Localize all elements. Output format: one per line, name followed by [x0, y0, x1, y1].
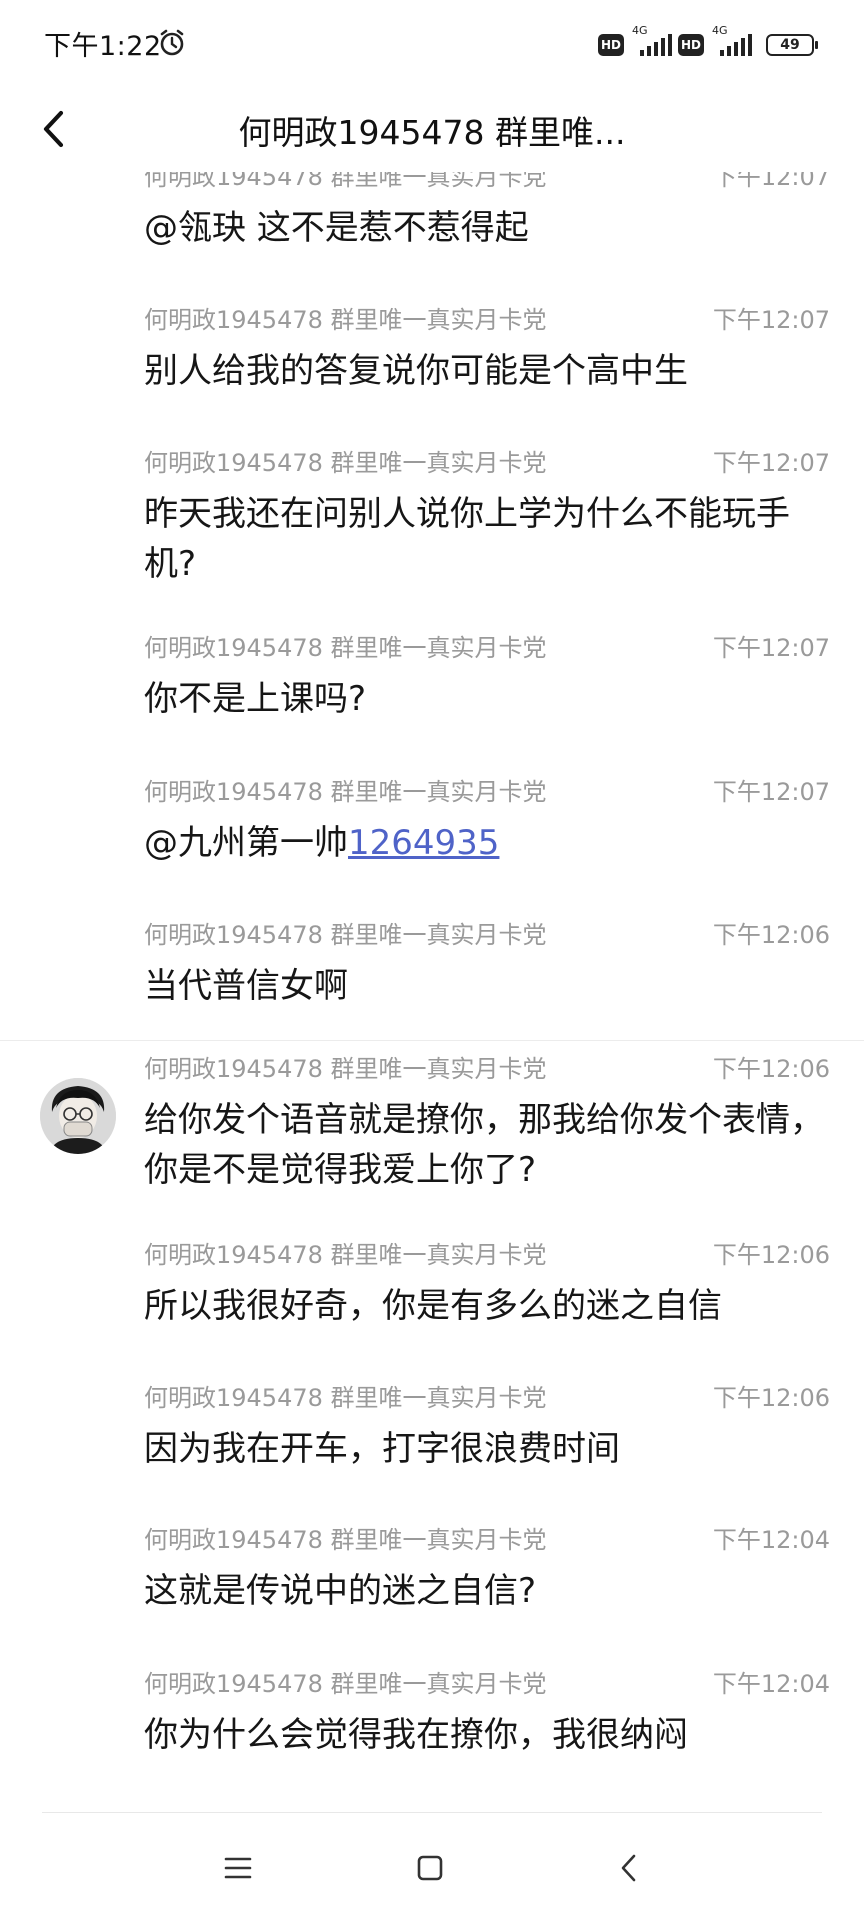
message-item: 何明政1945478 群里唯一真实月卡党 下午12:06 所以我很好奇，你是有多么…: [144, 1235, 830, 1331]
message-text: 你为什么会觉得我在撩你，我很纳闷: [144, 1715, 688, 1755]
message-sender: 何明政1945478 群里唯一真实月卡党: [144, 449, 547, 477]
avatar[interactable]: [40, 1078, 116, 1154]
message-sender: 何明政1945478 群里唯一真实月卡党: [144, 1055, 547, 1083]
message-text: 这就是传说中的迷之自信?: [144, 1571, 537, 1611]
message-item: 何明政1945478 群里唯一真实月卡党 下午12:07 @九州第一帅126493…: [144, 772, 830, 868]
message-text: 你不是上课吗?: [144, 679, 367, 719]
message-item: 何明政1945478 群里唯一真实月卡党 下午12:07 别人给我的答复说你可能是…: [144, 300, 830, 396]
status-indicators: HD 4G HD 4G 49: [598, 24, 818, 60]
message-sender: 何明政1945478 群里唯一真实月卡党: [144, 1241, 547, 1269]
battery-icon: 49: [766, 34, 818, 56]
menu-icon: [224, 1857, 252, 1879]
message-text: @九州第一帅1264935: [144, 818, 824, 868]
message-time: 下午12:06: [712, 1241, 830, 1269]
mention-link[interactable]: 1264935: [348, 823, 499, 863]
message-time: 下午12:04: [712, 1670, 830, 1698]
message-sender: 何明政1945478 群里唯一真实月卡党: [144, 1526, 547, 1554]
message-text: 昨天我还在问别人说你上学为什么不能玩手机?: [144, 494, 790, 584]
message-item: 何明政1945478 群里唯一真实月卡党 下午12:06 因为我在开车，打字很浪费…: [144, 1378, 830, 1474]
message-item: 何明政1945478 群里唯一真实月卡党 下午12:06 当代普信女啊: [144, 915, 830, 1011]
status-time: 下午1:22: [44, 31, 162, 62]
back-icon: [621, 1854, 636, 1882]
message-time: 下午12:04: [712, 1526, 830, 1554]
message-text: 所以我很好奇，你是有多么的迷之自信: [144, 1286, 722, 1326]
message-text: 因为我在开车，打字很浪费时间: [144, 1429, 620, 1469]
signal-strength-icon-2: 4G: [710, 24, 752, 60]
message-sender: 何明政1945478 群里唯一真实月卡党: [144, 921, 547, 949]
message-group-divider: [0, 1040, 864, 1041]
message-time: 下午12:07: [712, 172, 830, 191]
message-item: 何明政1945478 群里唯一真实月卡党 下午12:04 这就是传说中的迷之自信?: [144, 1520, 830, 1616]
hd-badge: HD: [598, 34, 624, 56]
chevron-left-icon: [43, 110, 64, 148]
message-time: 下午12:07: [712, 306, 830, 334]
chat-title: 何明政1945478 群里唯...: [238, 113, 626, 152]
menu-button[interactable]: [213, 1843, 263, 1893]
message-sender: 何明政1945478 群里唯一真实月卡党: [144, 1384, 547, 1412]
message-item: 何明政1945478 群里唯一真实月卡党 下午12:07 @瓴玦 这不是惹不惹得起: [144, 172, 830, 253]
back-button[interactable]: [28, 100, 80, 158]
message-sender: 何明政1945478 群里唯一真实月卡党: [144, 1670, 547, 1698]
message-sender: 何明政1945478 群里唯一真实月卡党: [144, 634, 547, 662]
alarm-icon: [157, 28, 187, 58]
system-nav-bar: [0, 1813, 864, 1920]
message-time: 下午12:07: [712, 449, 830, 477]
message-item: 何明政1945478 群里唯一真实月卡党 下午12:07 昨天我还在问别人说你上学…: [144, 443, 830, 589]
message-item: 何明政1945478 群里唯一真实月卡党 下午12:07 你不是上课吗?: [144, 628, 830, 724]
message-time: 下午12:06: [712, 1384, 830, 1412]
signal-strength-icon: 4G: [630, 24, 672, 60]
hd-badge-2: HD: [678, 34, 704, 56]
message-time: 下午12:07: [712, 634, 830, 662]
message-text: 给你发个语音就是撩你，那我给你发个表情，你是不是觉得我爱上你了?: [144, 1100, 824, 1190]
message-sender: 何明政1945478 群里唯一真实月卡党: [144, 778, 547, 806]
message-time: 下午12:06: [712, 921, 830, 949]
status-bar: 下午1:22 HD 4G HD 4G 49: [0, 0, 864, 86]
message-item: 何明政1945478 群里唯一真实月卡党 下午12:06 给你发个语音就是撩你，那…: [144, 1049, 830, 1195]
message-text: 当代普信女啊: [144, 966, 348, 1006]
nav-back-button[interactable]: [604, 1843, 654, 1893]
message-time: 下午12:07: [712, 778, 830, 806]
message-sender: 何明政1945478 群里唯一真实月卡党: [144, 172, 547, 191]
message-sender: 何明政1945478 群里唯一真实月卡党: [144, 306, 547, 334]
chat-header: 何明政1945478 群里唯...: [0, 86, 864, 172]
message-list[interactable]: 何明政1945478 群里唯一真实月卡党 下午12:07 @瓴玦 这不是惹不惹得起…: [0, 172, 864, 1812]
home-button[interactable]: [405, 1843, 455, 1893]
home-icon: [417, 1855, 443, 1881]
message-item: 何明政1945478 群里唯一真实月卡党 下午12:04 你为什么会觉得我在撩你，…: [144, 1664, 830, 1760]
message-text: 别人给我的答复说你可能是个高中生: [144, 351, 688, 391]
mention-text: @九州第一帅: [144, 823, 348, 863]
message-time: 下午12:06: [712, 1055, 830, 1083]
message-text: @瓴玦 这不是惹不惹得起: [144, 208, 529, 248]
